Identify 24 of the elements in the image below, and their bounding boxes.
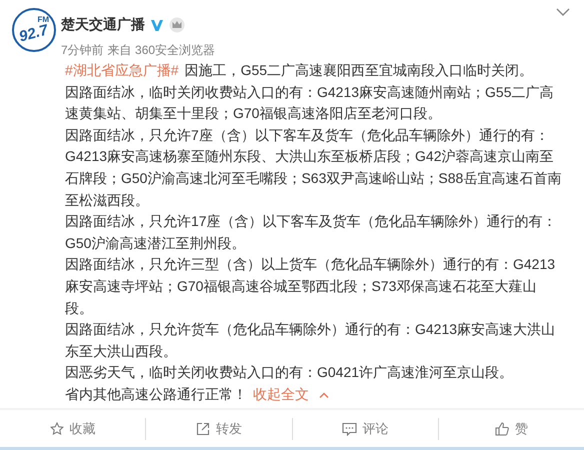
comment-icon — [342, 422, 357, 436]
favorite-button[interactable]: 收藏 — [0, 410, 146, 447]
caret-up-icon[interactable] — [319, 392, 329, 398]
post-source: 来自 360安全浏览器 — [108, 42, 216, 59]
repost-button[interactable]: 转发 — [146, 410, 292, 447]
post-paragraph: #湖北省应急广播# 因施工，G55二广高速襄阳西至宜城南段入口临时关闭。 — [65, 61, 534, 80]
star-icon — [50, 422, 64, 436]
like-button[interactable]: 赞 — [438, 410, 584, 447]
collapse-link[interactable]: 收起全文 — [253, 386, 309, 402]
thumbs-up-icon — [494, 422, 509, 436]
post-paragraph: 因路面结冰，只允许货车（危化品车辆除外）通行的有：G4213麻安高速大洪山东至大洪山西段。 — [65, 320, 556, 361]
comment-button[interactable]: 评论 — [292, 410, 438, 447]
post-paragraph: 省内其他高速公路通行正常！ 收起全文 — [65, 384, 563, 406]
author-name[interactable]: 楚天交通广播 — [61, 16, 145, 34]
avatar[interactable]: FM 92.7 — [12, 8, 56, 52]
post-time[interactable]: 7分钟前 — [61, 42, 104, 59]
post-paragraph: 因路面结冰，只允许三型（含）以上货车（危化品车辆除外）通行的有：G4213麻安高速寺坪站；G70福银高速谷城至鄂西北段；S73邓保高速石花至大薤山段。 — [65, 255, 556, 318]
chevron-down-icon[interactable] — [556, 8, 570, 16]
share-icon — [196, 422, 210, 436]
post-paragraph: 因恶劣天气，临时关闭收费站入口的有：G0421许广高速淮河至京山段。 — [65, 363, 514, 382]
hashtag-link[interactable]: #湖北省应急广播# — [65, 62, 179, 78]
post-paragraph: 因路面结冰，只允许7座（含）以下客车及货车（危化品车辆除外）通行的有：G4213麻安高速杨寨至随州东段、大洪山东至板桥店段；G42沪蓉高速京山南至石牌段；G50沪渝高速北河至毛嘴段；S63双尹高速峪山站；S88岳宜高速石首南至松滋西段。 — [65, 126, 562, 210]
post-paragraph: 因路面结冰，临时关闭收费站入口的有：G4213麻安高速随州南站；G55二广高速黄集站、胡集至十里段；G70福银高速洛阳店至老河口段。 — [65, 82, 554, 124]
post-paragraph: 因路面结冰，只允许17座（含）以下客车及货车（危化品车辆除外）通行的有：G50沪渝高速潜江至荆州段。 — [65, 212, 558, 253]
